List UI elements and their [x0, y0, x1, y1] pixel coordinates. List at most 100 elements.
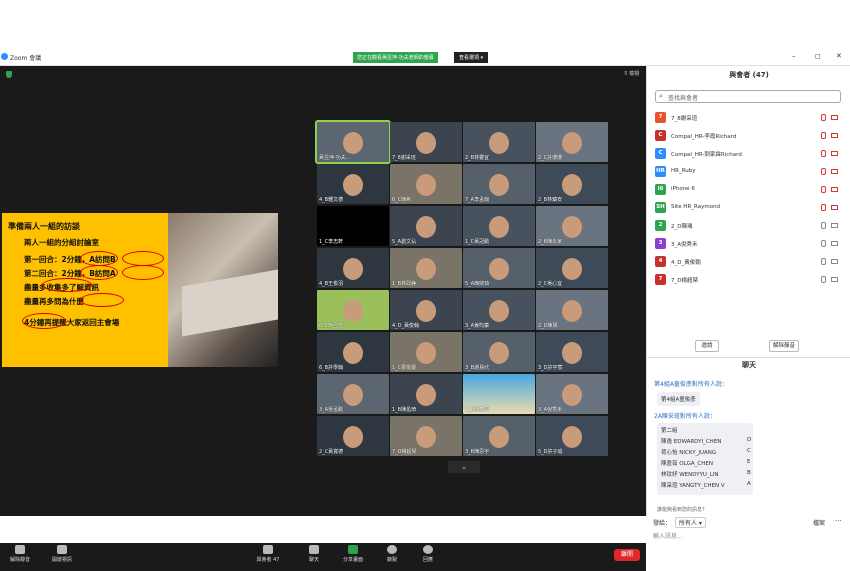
- tile-name-label: 1_C鄭俊慶: [392, 365, 417, 371]
- video-tile[interactable]: 4_D_黃俊翰: [390, 290, 462, 330]
- participant-row[interactable]: C Compal_HR-劉家霖Richard: [653, 147, 843, 161]
- chat-row-letter: E: [747, 459, 751, 465]
- participant-row[interactable]: 4 4_D_黃俊翰: [653, 255, 843, 269]
- video-tile[interactable]: 2_C吳心宜: [536, 248, 608, 288]
- video-tile[interactable]: 7_A李孟翰: [463, 164, 535, 204]
- video-tile[interactable]: 2_B陳永家: [536, 206, 608, 246]
- participant-row[interactable]: SH Site HR_Raymond: [653, 201, 843, 215]
- mic-muted-icon[interactable]: [821, 204, 826, 211]
- chevron-down-icon[interactable]: ⌄: [448, 461, 480, 473]
- record-button[interactable]: 錄製: [372, 545, 412, 563]
- encryption-shield-icon[interactable]: [6, 71, 12, 78]
- view-button[interactable]: ⠿ 檢視: [624, 70, 639, 77]
- video-tile[interactable]: 1_C黃冠勳: [463, 206, 535, 246]
- chat-button[interactable]: 聊天: [294, 545, 334, 563]
- mic-muted-icon[interactable]: [821, 114, 826, 121]
- camera-off-icon[interactable]: [831, 115, 838, 120]
- video-tile[interactable]: 3_B陳思宇: [463, 416, 535, 456]
- video-tile[interactable]: 3_A晏孟勳: [317, 374, 389, 414]
- more-icon[interactable]: ···: [835, 517, 842, 525]
- participant-row[interactable]: 7 7_D楊超琹: [653, 273, 843, 287]
- participant-row[interactable]: C Compal_HR-李霞Richard: [653, 129, 843, 143]
- video-tile[interactable]: 7_8謝采瑄: [390, 122, 462, 162]
- video-tile[interactable]: 6_C簡昱宏: [317, 290, 389, 330]
- mic-muted-icon[interactable]: [821, 168, 826, 175]
- tile-name-label: 2_D陳瑀: [538, 323, 558, 329]
- tile-name-label: 2_B陳永家: [538, 239, 563, 245]
- video-tile[interactable]: 5_A簡婉茹: [463, 248, 535, 288]
- participant-search-input[interactable]: 查找與會者: [655, 90, 841, 103]
- camera-icon[interactable]: [831, 223, 838, 228]
- reactions-button[interactable]: 回應: [408, 545, 448, 563]
- window-title: Zoom 會議: [10, 55, 42, 62]
- video-tile[interactable]: 2_D陳瑀: [536, 290, 608, 330]
- video-tile[interactable]: 2_B林靈宜: [463, 122, 535, 162]
- start-video-button[interactable]: 開啟視訊: [42, 545, 82, 563]
- video-tile[interactable]: 1_B簡甚蓉: [463, 374, 535, 414]
- video-tile[interactable]: 黃昱萍-功夫...: [315, 120, 391, 164]
- video-tile[interactable]: 1_C李志軒: [317, 206, 389, 246]
- video-tile[interactable]: 3_D許宇宸: [536, 332, 608, 372]
- mic-muted-icon[interactable]: [821, 186, 826, 193]
- participant-row[interactable]: I6 iPhone 6: [653, 183, 843, 197]
- unmute-button[interactable]: 解除靜音: [0, 545, 40, 563]
- tile-name-label: 7_D楊超琹: [392, 449, 417, 455]
- camera-icon[interactable]: [831, 277, 838, 282]
- chat-sender[interactable]: 2A陳采瑄對所有人說：: [654, 411, 716, 420]
- participant-row[interactable]: 3 3_A倪秀禾: [653, 237, 843, 251]
- mic-muted-icon[interactable]: [821, 150, 826, 157]
- video-tile[interactable]: 1_B陳盈琦: [390, 374, 462, 414]
- video-tile[interactable]: 2_C黃寬德: [317, 416, 389, 456]
- camera-off-icon[interactable]: [831, 205, 838, 210]
- avatar: I6: [655, 184, 666, 195]
- camera-off-icon[interactable]: [831, 133, 838, 138]
- video-tile[interactable]: 4_B王俊羽: [317, 248, 389, 288]
- participant-row[interactable]: HR HR_Ruby: [653, 165, 843, 179]
- recipient-select[interactable]: 所有人 ▾: [675, 517, 706, 528]
- video-tile[interactable]: 3_A倪秀禾: [536, 374, 608, 414]
- video-tile[interactable]: 3_B謝易欣: [463, 332, 535, 372]
- video-tile[interactable]: 2_C許珊珊: [536, 122, 608, 162]
- video-tile[interactable]: 7_D楊超琹: [390, 416, 462, 456]
- annotation-circle: [80, 293, 124, 307]
- mic-icon[interactable]: [821, 222, 826, 229]
- close-button[interactable]: ✕: [836, 52, 842, 60]
- video-tile[interactable]: 4_B鍾文德: [317, 164, 389, 204]
- mic-muted-icon[interactable]: [821, 132, 826, 139]
- video-tile[interactable]: 5_D許子瑜: [536, 416, 608, 456]
- participants-button[interactable]: 與會者 47: [248, 545, 288, 563]
- mic-icon[interactable]: [821, 240, 826, 247]
- share-screen-button[interactable]: 分享畫面: [333, 545, 373, 563]
- participant-row[interactable]: 7 7_8謝采瑄: [653, 111, 843, 125]
- avatar: 2: [655, 220, 666, 231]
- video-tile[interactable]: 6_C陳希: [390, 164, 462, 204]
- chat-sender[interactable]: 第4組A童俊彥對所有人說：: [654, 379, 728, 388]
- camera-off-icon[interactable]: [831, 169, 838, 174]
- avatar: 3: [655, 238, 666, 249]
- video-tile[interactable]: 1_C鄭俊慶: [390, 332, 462, 372]
- camera-off-icon[interactable]: [831, 151, 838, 156]
- video-tile[interactable]: 3_A姜昀蓁: [463, 290, 535, 330]
- participant-row[interactable]: 2 2_D陳瑀: [653, 219, 843, 233]
- leave-button[interactable]: 離開: [614, 549, 640, 561]
- video-tile[interactable]: 1_B林政錚: [390, 248, 462, 288]
- camera-icon[interactable]: [831, 259, 838, 264]
- camera-off-icon[interactable]: [831, 187, 838, 192]
- mic-icon[interactable]: [821, 258, 826, 265]
- message-visibility-note[interactable]: 誰能夠看到您的訊息？: [657, 506, 707, 513]
- tile-name-label: 5_A劉文弘: [392, 239, 417, 245]
- video-tile[interactable]: 5_A劉文弘: [390, 206, 462, 246]
- minimize-button[interactable]: –: [792, 52, 796, 60]
- tile-name-label: 黃昱萍-功夫...: [319, 155, 351, 161]
- maximize-button[interactable]: ◻: [815, 52, 821, 60]
- participant-face: [416, 300, 436, 322]
- file-button[interactable]: 檔案: [813, 518, 825, 527]
- mic-icon[interactable]: [821, 276, 826, 283]
- view-options-button[interactable]: 查看選項 ▾: [454, 52, 489, 63]
- unmute-all-button[interactable]: 解除靜音: [769, 340, 799, 352]
- video-tile[interactable]: 6_B許學翰: [317, 332, 389, 372]
- video-tile[interactable]: 2_B林鎮安: [536, 164, 608, 204]
- chat-input[interactable]: 輸入訊息...: [653, 531, 683, 540]
- invite-button[interactable]: 邀請: [695, 340, 719, 352]
- camera-icon[interactable]: [831, 241, 838, 246]
